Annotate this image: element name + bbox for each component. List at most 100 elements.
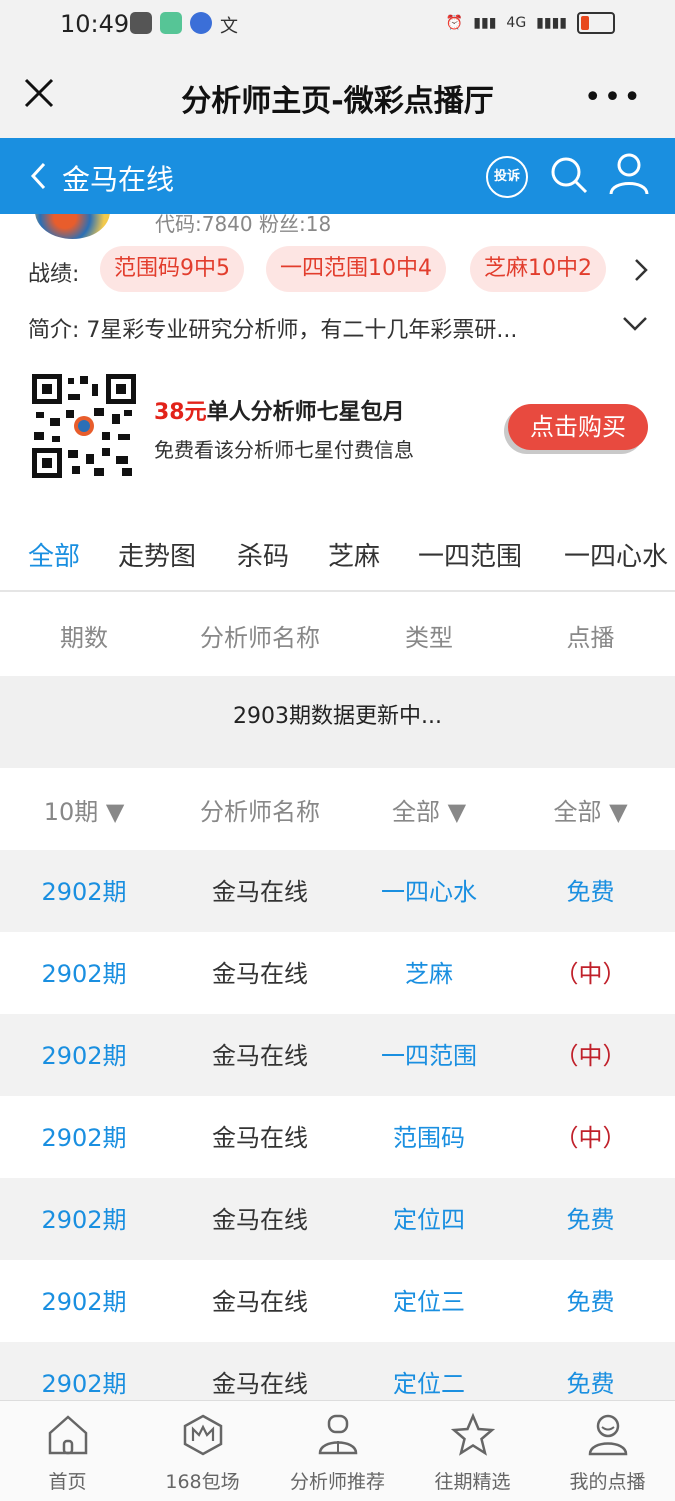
analyst-name: 金马在线: [62, 163, 175, 196]
qr-code: [32, 374, 136, 478]
nav-label: 分析师推荐: [289, 1471, 385, 1493]
table-row[interactable]: 2902期 金马在线 定位三 免费: [0, 1260, 675, 1342]
filter-row: 10期 ▼ 分析师名称 全部 ▼ 全部 ▼: [0, 768, 675, 850]
analyst-cell: 金马在线: [212, 1288, 308, 1316]
tab-all[interactable]: 全部: [28, 536, 80, 573]
category-tabs: 全部 走势图 杀码 芝麻 一四范围 一四心水: [0, 520, 675, 592]
music-icon: [190, 12, 212, 34]
table-row[interactable]: 2902期 金马在线 一四范围 （中）: [0, 1014, 675, 1096]
issue-cell: 2902期: [41, 1206, 127, 1234]
record-pill[interactable]: 范围码9中5: [100, 246, 244, 292]
play-cell[interactable]: 免费: [506, 1282, 675, 1317]
crown-icon: [183, 1414, 222, 1456]
nav-label: 168包场: [165, 1471, 240, 1493]
analyst-cell: 金马在线: [212, 1370, 308, 1398]
column-header: 分析师名称: [200, 624, 320, 652]
issue-cell: 2902期: [41, 1370, 127, 1398]
signal-icon: ▮▮▮: [473, 15, 497, 31]
play-cell[interactable]: 免费: [506, 1364, 675, 1399]
chevron-right-icon[interactable]: [634, 258, 648, 282]
analyst-cell: 金马在线: [212, 1042, 308, 1070]
analyst-cell: 金马在线: [212, 878, 308, 906]
app-notification-icon: [160, 12, 182, 34]
bottom-nav: 首页 168包场 分析师推荐 往期精选 我的点播: [0, 1400, 675, 1501]
home-icon: [48, 1415, 87, 1455]
table-row[interactable]: 2902期 金马在线 定位四 免费: [0, 1178, 675, 1260]
table-row[interactable]: 2902期 金马在线 范围码 （中）: [0, 1096, 675, 1178]
issue-cell: 2902期: [41, 1124, 127, 1152]
network-type: 4G: [506, 15, 527, 31]
analyst-cell: 金马在线: [212, 1124, 308, 1152]
update-notice: 2903期数据更新中...: [0, 676, 675, 758]
play-filter[interactable]: 全部 ▼: [506, 792, 675, 827]
play-cell[interactable]: （中）: [506, 1036, 675, 1071]
nav-package[interactable]: 168包场: [135, 1413, 270, 1494]
tab-range[interactable]: 一四范围: [418, 536, 522, 573]
promo-price: 38元: [154, 400, 207, 425]
nav-label: 往期精选: [434, 1471, 511, 1493]
promo-subtitle: 免费看该分析师七星付费信息: [154, 438, 414, 462]
type-cell: 定位二: [393, 1370, 465, 1398]
analyst-cell: 金马在线: [212, 960, 308, 988]
status-bar: 10:49 文 ⏰ ▮▮▮ 4G ▮▮▮▮: [0, 0, 675, 50]
table-row[interactable]: 2902期 金马在线 芝麻 （中）: [0, 932, 675, 1014]
promo-title-text: 单人分析师七星包月: [206, 400, 405, 425]
analyst-nav-bar: 金马在线 投诉: [0, 138, 675, 214]
buy-button[interactable]: 点击购买: [508, 404, 648, 450]
analyst-intro: 简介: 7星彩专业研究分析师，有二十几年彩票研...: [28, 318, 518, 343]
nav-home[interactable]: 首页: [0, 1413, 135, 1494]
page-title: 分析师主页-微彩点播厅: [181, 84, 494, 119]
profile-icon: [588, 1414, 627, 1456]
issue-count-filter[interactable]: 10期 ▼: [0, 792, 168, 827]
record-pill[interactable]: 一四范围10中4: [266, 246, 446, 292]
column-header: 点播: [566, 624, 615, 652]
table-header: 期数 分析师名称 类型 点播: [0, 594, 675, 676]
analyst-cell: 金马在线: [212, 1206, 308, 1234]
column-header: 类型: [405, 624, 453, 652]
record-label: 战绩:: [28, 262, 80, 287]
record-pill[interactable]: 芝麻10中2: [470, 246, 606, 292]
play-cell[interactable]: 免费: [506, 1200, 675, 1235]
more-menu-icon[interactable]: •••: [584, 80, 643, 115]
play-cell[interactable]: （中）: [506, 954, 675, 989]
user-icon[interactable]: [608, 152, 650, 196]
type-cell: 定位三: [393, 1288, 465, 1316]
promo-title: 38元单人分析师七星包月: [154, 394, 405, 426]
analyst-filter-label: 分析师名称: [200, 798, 320, 826]
tab-heart[interactable]: 一四心水: [564, 536, 668, 573]
profile-header: 代码:7840 粉丝:18: [0, 214, 675, 244]
webview-title-bar: 分析师主页-微彩点播厅 •••: [0, 50, 675, 138]
signal-icon: ▮▮▮▮: [536, 15, 567, 31]
type-filter[interactable]: 全部 ▼: [352, 792, 506, 827]
type-cell: 芝麻: [405, 960, 453, 988]
back-icon[interactable]: [28, 160, 50, 192]
table-row[interactable]: 2902期 金马在线 一四心水 免费: [0, 850, 675, 932]
play-cell[interactable]: （中）: [506, 1118, 675, 1153]
system-icons: ⏰ ▮▮▮ 4G ▮▮▮▮: [446, 12, 615, 34]
issue-cell: 2902期: [41, 878, 127, 906]
nav-my-plays[interactable]: 我的点播: [540, 1413, 675, 1494]
column-header: 期数: [60, 624, 108, 652]
complain-button[interactable]: 投诉: [486, 156, 528, 198]
search-icon[interactable]: [548, 154, 590, 196]
avatar: [35, 214, 110, 239]
star-icon: [450, 1412, 495, 1456]
subscription-promo: 38元单人分析师七星包月 免费看该分析师七星付费信息 点击购买: [0, 360, 675, 490]
divider: [0, 758, 675, 768]
nav-analysts[interactable]: 分析师推荐: [270, 1413, 405, 1494]
chevron-down-icon[interactable]: [622, 314, 648, 334]
type-cell: 一四心水: [381, 878, 477, 906]
tab-trend[interactable]: 走势图: [118, 536, 196, 573]
record-table: 2902期 金马在线 一四心水 免费 2902期 金马在线 芝麻 （中） 290…: [0, 850, 675, 1424]
record-row: 战绩: 范围码9中5 一四范围10中4 芝麻10中2: [28, 246, 668, 296]
tab-kill[interactable]: 杀码: [237, 536, 289, 573]
play-cell[interactable]: 免费: [506, 872, 675, 907]
type-cell: 一四范围: [381, 1042, 477, 1070]
tab-sesame[interactable]: 芝麻: [328, 536, 380, 573]
issue-cell: 2902期: [41, 1042, 127, 1070]
nav-label: 首页: [48, 1471, 87, 1493]
alarm-icon: ⏰: [445, 15, 464, 31]
nav-history[interactable]: 往期精选: [405, 1412, 540, 1494]
type-cell: 定位四: [393, 1206, 465, 1234]
nav-label: 我的点播: [569, 1471, 646, 1493]
